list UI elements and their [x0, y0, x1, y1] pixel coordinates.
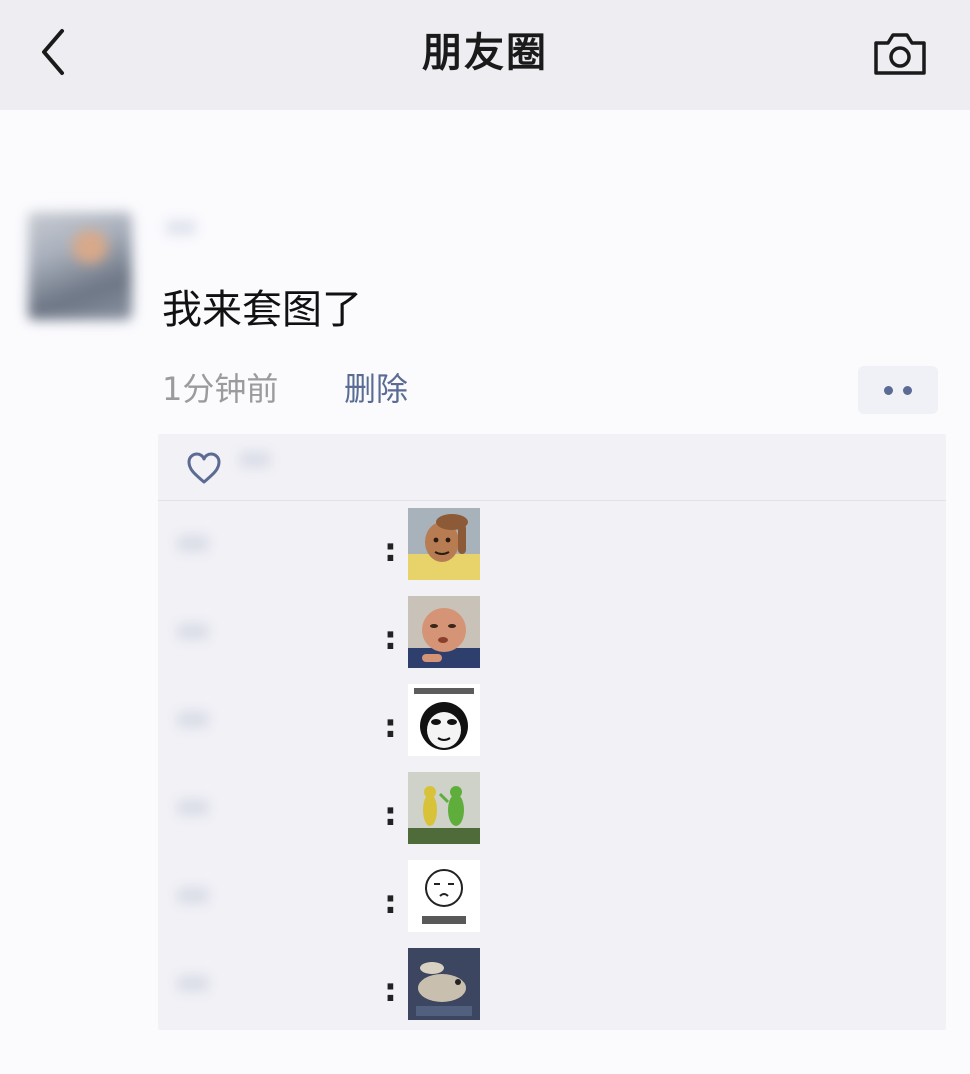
- lizard-hand-sticker[interactable]: [408, 948, 480, 1020]
- sketch-face-text-sticker[interactable]: [408, 860, 480, 932]
- like-names[interactable]: **: [240, 446, 460, 486]
- more-dots-icon: [903, 385, 912, 395]
- comment-colon: :: [384, 707, 397, 745]
- comment-item: ** :: [158, 948, 946, 1034]
- more-actions-button[interactable]: [858, 366, 938, 414]
- commenter-name[interactable]: **: [178, 970, 384, 1010]
- likes-row: **: [158, 434, 946, 501]
- commenter-name[interactable]: **: [178, 706, 384, 746]
- likes-comments-panel: ** ** : ** : **: **: **: **:: [158, 434, 946, 1030]
- delete-button[interactable]: 删除: [344, 366, 408, 412]
- commenter-name[interactable]: **: [178, 618, 384, 658]
- two-green-toys-sticker[interactable]: [408, 772, 480, 844]
- comment-item: ** :: [158, 684, 946, 770]
- comment-item: ** :: [158, 508, 946, 594]
- comment-colon: :: [384, 971, 397, 1009]
- avatar[interactable]: [28, 212, 132, 320]
- post-author-name[interactable]: **: [166, 214, 376, 254]
- comment-item: ** :: [158, 860, 946, 946]
- commenter-name[interactable]: **: [178, 530, 384, 570]
- comment-colon: :: [384, 795, 397, 833]
- page-title: 朋友圈: [422, 30, 548, 76]
- chubby-man-pout-sticker[interactable]: [408, 596, 480, 668]
- commenter-name[interactable]: **: [178, 794, 384, 834]
- more-dots-icon: [884, 385, 893, 395]
- camera-icon: [874, 33, 926, 75]
- comment-item: ** :: [158, 596, 946, 682]
- bald-man-head-scratch-sticker[interactable]: [408, 508, 480, 580]
- heart-icon: [187, 452, 221, 484]
- comment-item: ** :: [158, 772, 946, 858]
- top-navigation-bar: 朋友圈: [0, 0, 970, 110]
- commenter-name[interactable]: **: [178, 882, 384, 922]
- comment-colon: :: [384, 883, 397, 921]
- post-text: 我来套图了: [162, 287, 362, 333]
- post-timestamp: 1分钟前: [162, 370, 279, 408]
- comment-colon: :: [384, 531, 397, 569]
- comment-colon: :: [384, 619, 397, 657]
- camera-button[interactable]: [868, 26, 932, 82]
- panda-face-text-sticker[interactable]: [408, 684, 480, 756]
